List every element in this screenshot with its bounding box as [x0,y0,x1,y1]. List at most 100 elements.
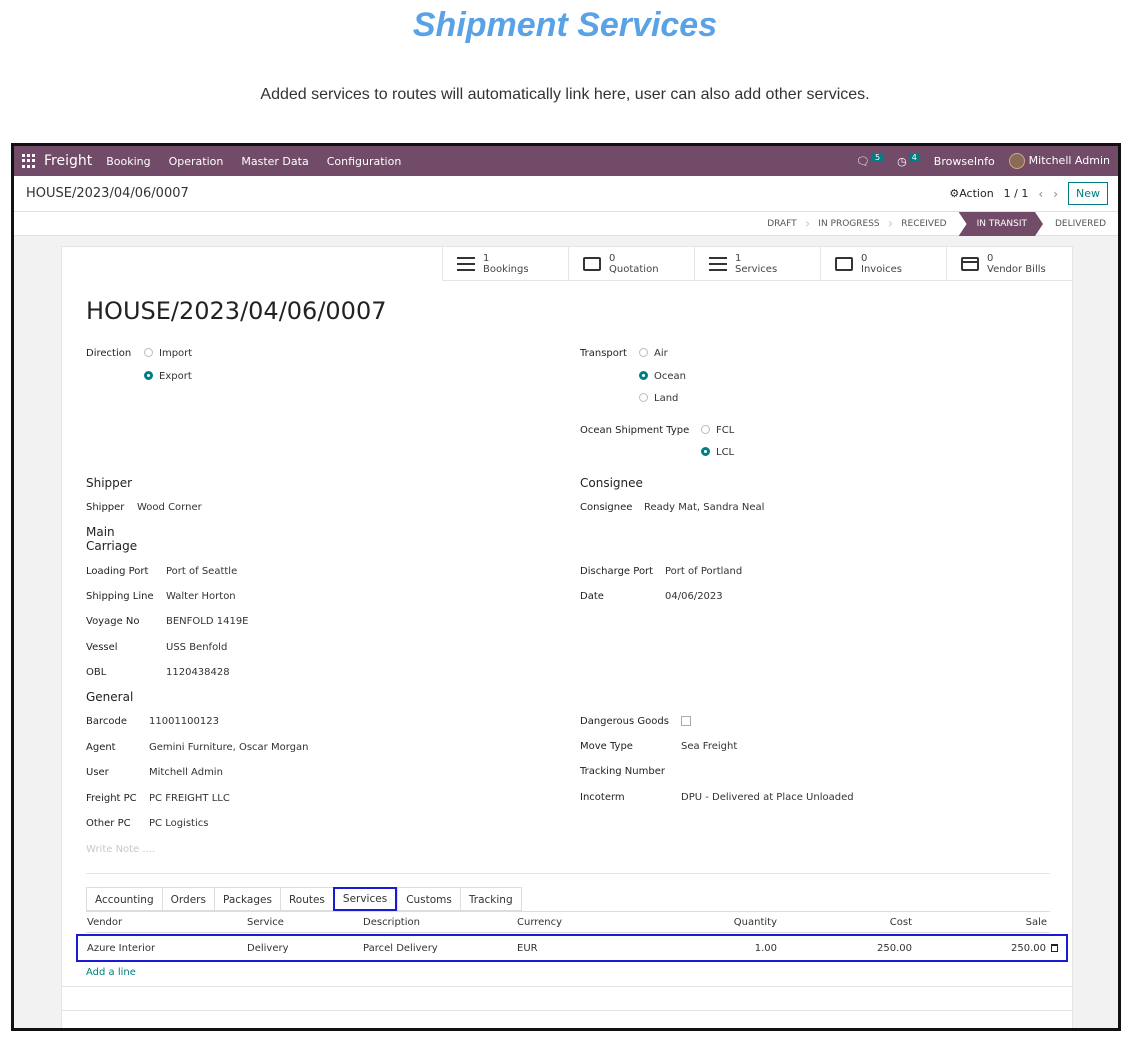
page-subheading: Added services to routes will automatica… [260,86,870,103]
stage-draft[interactable]: DRAFT [755,212,809,236]
record-title: HOUSE/2023/04/06/0007 [86,297,387,325]
cell-sale[interactable]: 250.00 [1011,943,1046,954]
tab-accounting[interactable]: Accounting [86,887,162,911]
chat-icon: 🗨 [856,154,870,168]
col-cost[interactable]: Cost [890,917,912,928]
apps-grid-icon[interactable] [22,154,36,168]
menu-operation[interactable]: Operation [169,155,224,168]
user-menu[interactable]: Mitchell Admin [1008,153,1110,169]
date-field[interactable]: 04/06/2023 [665,591,723,602]
radio-icon [639,348,648,357]
barcode-field[interactable]: 11001100123 [149,716,219,727]
freight-pc-label: Freight PC [86,793,137,804]
shipping-line-field[interactable]: Walter Horton [166,591,236,602]
stage-received[interactable]: RECEIVED [889,212,958,236]
invoices-smart-button[interactable]: 0 Invoices [820,247,946,281]
freight-pc-field[interactable]: PC FREIGHT LLC [149,793,230,804]
col-quantity[interactable]: Quantity [734,917,777,928]
pager-next-icon[interactable]: › [1053,187,1058,201]
edit-icon [583,257,601,271]
transport-land-radio[interactable]: Land [639,393,678,404]
consignee-field[interactable]: Ready Mat, Sandra Neal [644,502,764,513]
tab-customs[interactable]: Customs [397,887,460,911]
col-currency[interactable]: Currency [517,917,562,928]
user-name: Mitchell Admin [1028,154,1110,167]
stage-delivered[interactable]: DELIVERED [1043,212,1118,236]
shipper-field[interactable]: Wood Corner [137,502,202,513]
clock-icon: ◷ [897,154,907,168]
stage-in-transit[interactable]: IN TRANSIT [959,212,1043,236]
radio-icon [701,425,710,434]
company-switcher[interactable]: BrowseInfo [934,155,995,168]
services-smart-button[interactable]: 1 Services [694,247,820,281]
consignee-label: Consignee [580,502,633,513]
direction-import-radio[interactable]: Import [144,348,192,359]
activities-button[interactable]: ◷ 4 [897,152,920,168]
action-button[interactable]: ⚙Action [949,187,993,200]
table-row[interactable]: Azure Interior Delivery Parcel Delivery … [76,934,1068,962]
loading-port-field[interactable]: Port of Seattle [166,566,237,577]
vessel-field[interactable]: USS Benfold [166,642,227,653]
activities-badge: 4 [908,152,920,162]
divider [62,986,1072,987]
tab-orders[interactable]: Orders [161,887,214,911]
pager-prev-icon[interactable]: ‹ [1038,187,1043,201]
cell-service[interactable]: Delivery [247,943,289,954]
stage-in-progress[interactable]: IN PROGRESS [806,212,891,236]
page-heading: Shipment Services [412,6,718,44]
dangerous-goods-label: Dangerous Goods [580,716,669,727]
trash-icon[interactable] [1051,944,1058,952]
dangerous-goods-checkbox[interactable] [681,716,691,727]
col-sale[interactable]: Sale [1026,917,1047,928]
app-name[interactable]: Freight [44,153,92,169]
messages-button[interactable]: 🗨 5 [856,152,884,168]
top-navbar: Freight Booking Operation Master Data Co… [14,146,1118,176]
shipper-section-title: Shipper [86,476,133,490]
breadcrumb[interactable]: HOUSE/2023/04/06/0007 [26,186,189,201]
cell-currency[interactable]: EUR [517,943,538,954]
add-line-link[interactable]: Add a line [86,967,136,978]
vendor-bills-smart-button[interactable]: 0 Vendor Bills [946,247,1072,281]
transport-air-radio[interactable]: Air [639,348,668,359]
cell-vendor[interactable]: Azure Interior [87,943,155,954]
barcode-label: Barcode [86,716,127,727]
pager-value[interactable]: 1 / 1 [1004,187,1029,200]
col-service[interactable]: Service [247,917,284,928]
tab-services[interactable]: Services [332,887,398,911]
menu-booking[interactable]: Booking [106,155,150,168]
direction-export-radio[interactable]: Export [144,371,192,382]
smart-buttons: 1 Bookings 0 Quotation 1 Services 0 Invoices… [442,247,1072,281]
new-button[interactable]: New [1068,182,1108,205]
form-sheet: 1 Bookings 0 Quotation 1 Services 0 Invoices… [61,246,1073,1028]
bookings-smart-button[interactable]: 1 Bookings [442,247,568,281]
date-label: Date [580,591,604,602]
col-vendor[interactable]: Vendor [87,917,122,928]
agent-field[interactable]: Gemini Furniture, Oscar Morgan [149,742,308,753]
control-panel: HOUSE/2023/04/06/0007 ⚙Action 1 / 1 ‹ › … [14,176,1118,212]
radio-checked-icon [144,371,153,380]
tab-packages[interactable]: Packages [213,887,280,911]
general-section-title: General [86,690,134,704]
quotation-smart-button[interactable]: 0 Quotation [568,247,694,281]
menu-master-data[interactable]: Master Data [241,155,308,168]
other-pc-field[interactable]: PC Logistics [149,818,208,829]
user-label: User [86,767,109,778]
menu-configuration[interactable]: Configuration [327,155,402,168]
note-field[interactable]: Write Note .... [86,844,155,855]
user-field[interactable]: Mitchell Admin [149,767,223,778]
ocean-type-fcl-radio[interactable]: FCL [701,425,734,436]
tab-routes[interactable]: Routes [279,887,333,911]
cell-cost[interactable]: 250.00 [877,943,912,954]
transport-ocean-radio[interactable]: Ocean [639,371,686,382]
col-description[interactable]: Description [363,917,420,928]
obl-field[interactable]: 1120438428 [166,667,230,678]
cell-quantity[interactable]: 1.00 [755,943,777,954]
discharge-port-field[interactable]: Port of Portland [665,566,742,577]
agent-label: Agent [86,742,116,753]
ocean-type-lcl-radio[interactable]: LCL [701,447,734,458]
tab-tracking[interactable]: Tracking [459,887,522,911]
move-type-field[interactable]: Sea Freight [681,741,737,752]
incoterm-field[interactable]: DPU - Delivered at Place Unloaded [681,792,854,803]
voyage-no-field[interactable]: BENFOLD 1419E [166,616,249,627]
cell-description[interactable]: Parcel Delivery [363,943,438,954]
